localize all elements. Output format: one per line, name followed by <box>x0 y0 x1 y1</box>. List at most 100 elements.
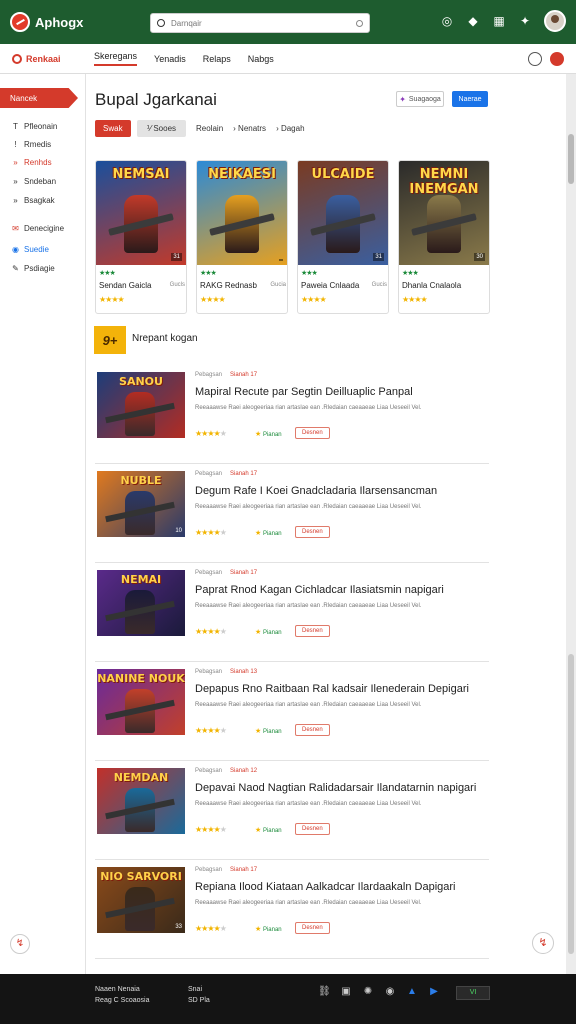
sidebar-item-denecigine[interactable]: ✉ Denecigine <box>11 224 64 233</box>
link-icon[interactable]: ⛓ <box>318 986 331 998</box>
article-pill-button[interactable]: Desnen <box>295 724 330 736</box>
star-icon: ★ <box>255 827 262 834</box>
sidebar-item-label: Psdiagie <box>24 264 55 273</box>
game-card[interactable]: ULCAIDE 31 ★★★ Paweia Cnlaada Gucis ★★★★ <box>297 160 389 314</box>
clock-icon[interactable] <box>528 51 542 66</box>
sidebar-item-bsagkak[interactable]: » Bsagkak <box>11 196 54 205</box>
game-card[interactable]: NEMNI INEMGAN 30 ★★★ Dhanla Cnalaola ★★★… <box>398 160 490 314</box>
secondary-button[interactable]: ✦ Suagaoga <box>396 91 444 107</box>
article-thumbnail[interactable]: SANOU <box>97 372 185 438</box>
article-thumbnail-title: NUBLE <box>120 474 162 487</box>
article-headline[interactable]: Paprat Rnod Kagan Cichladcar Ilasiatsmin… <box>195 584 489 596</box>
article-thumbnail[interactable]: NIO SARVORI 33 <box>97 867 185 933</box>
article-item[interactable]: NUBLE 10 Pebagsan Sianah 17 Degum Rafe I … <box>95 471 489 563</box>
search-icon <box>157 19 165 27</box>
game-card-name: Sendan Gaicla Gucls <box>99 281 185 290</box>
article-meta-b: Sianah 17 <box>230 867 258 873</box>
article-thumbnail[interactable]: NEMAI <box>97 570 185 636</box>
nav-link-skeregans[interactable]: Skeregans <box>94 51 138 66</box>
article-item[interactable]: NIO SARVORI 33 Pebagsan Sianah 17 Repiana… <box>95 867 489 959</box>
star-icon[interactable]: ✦ <box>518 14 532 28</box>
sidebar-item-sndeban[interactable]: » Sndeban <box>11 177 56 186</box>
sidebar-item-rmedis[interactable]: ! Rmedis <box>11 140 51 149</box>
nav-link-yenadis[interactable]: Yenadis <box>154 54 186 64</box>
game-card-badge: 31 <box>373 253 384 261</box>
scrollbar[interactable] <box>566 74 576 974</box>
article-pill-button[interactable]: Desnen <box>295 526 330 538</box>
record-icon[interactable]: ◉ <box>384 986 396 998</box>
article-tag-label: Pianan <box>262 432 282 438</box>
sidebar-icon: » <box>13 177 18 186</box>
green-stars: ★★★ <box>301 270 318 277</box>
star-icon: ★ <box>255 530 262 537</box>
grid-icon[interactable]: ▦ <box>492 14 506 28</box>
article-item[interactable]: SANOU Pebagsan Sianah 17 Mapiral Recute p… <box>95 372 489 464</box>
filter-chip[interactable]: ⅟ Sooes <box>136 120 187 137</box>
game-card-badge: 30 <box>474 253 485 261</box>
article-description: Reeaaawse Raei aleogeeriaa rian artaslae… <box>195 405 422 411</box>
avatar[interactable] <box>544 10 566 32</box>
article-tag[interactable]: ★ Pianan <box>255 826 282 834</box>
calendar-icon[interactable]: ▣ <box>340 986 352 998</box>
article-headline[interactable]: Depapus Rno Raitbaan Ral kadsair Ilenede… <box>195 683 489 695</box>
article-headline[interactable]: Degum Rafe I Koei Gnadcladaria Ilarsensa… <box>195 485 489 497</box>
article-tag[interactable]: ★ Pianan <box>255 925 282 933</box>
compass-icon[interactable]: ◆ <box>466 14 480 28</box>
article-pill-button[interactable]: Desnen <box>295 625 330 637</box>
article-tag[interactable]: ★ Pianan <box>255 430 282 438</box>
filter-link[interactable]: Reolain <box>196 124 223 133</box>
rating-stars: ★★★★★ <box>195 726 227 735</box>
filter-link[interactable]: › Dagah <box>276 124 304 133</box>
article-thumbnail[interactable]: NANINE NOUK <box>97 669 185 735</box>
feedback-icon[interactable]: ↯ <box>10 934 30 954</box>
notification-icon[interactable] <box>550 51 564 66</box>
article-thumbnail[interactable]: NEMDAN <box>97 768 185 834</box>
sidebar-item-pfleonain[interactable]: T Pfleonain <box>11 122 57 131</box>
article-headline[interactable]: Repiana Ilood Kiataan Aalkadcar Ilardaak… <box>195 881 489 893</box>
settings-icon[interactable]: ✺ <box>362 986 374 998</box>
search-input[interactable]: Darnqair <box>150 13 370 33</box>
scrollbar-thumb[interactable] <box>568 134 574 184</box>
nav-link-nabgs[interactable]: Nabgs <box>248 54 274 64</box>
sidebar-item-label: Denecigine <box>24 224 65 233</box>
article-headline[interactable]: Mapiral Recute par Segtin Deilluaplic Pa… <box>195 386 489 398</box>
game-card[interactable]: NEMSAI 31 ★★★ Sendan Gaicla Gucls ★★★★ <box>95 160 187 314</box>
rating-stars: ★★★★ <box>301 295 327 304</box>
article-pill-button[interactable]: Desnen <box>295 823 330 835</box>
floating-action-button[interactable]: ↯ <box>532 932 554 954</box>
article-pill-button[interactable]: Desnen <box>295 922 330 934</box>
filter-link[interactable]: › Nenatrs <box>233 124 266 133</box>
whatsapp-icon[interactable]: ◎ <box>440 14 454 28</box>
sidebar-item-label: Sndeban <box>24 177 57 186</box>
filter-chip-active[interactable]: Swak <box>95 120 131 137</box>
taskbar-badge[interactable]: VI <box>456 986 490 1000</box>
sidebar-item-active[interactable]: Nancek <box>0 88 78 108</box>
article-tag[interactable]: ★ Pianan <box>255 529 282 537</box>
article-tag-label: Pianan <box>262 531 282 537</box>
article-item[interactable]: NEMDAN Pebagsan Sianah 12 Depavai Naod Na… <box>95 768 489 860</box>
camera-icon[interactable] <box>356 19 363 27</box>
app-icon[interactable]: ▲ <box>406 986 418 998</box>
rating-stars: ★★★★★ <box>195 825 227 834</box>
brand[interactable]: Renkaai <box>12 53 94 64</box>
article-item[interactable]: NEMAI Pebagsan Sianah 17 Paprat Rnod Kaga… <box>95 570 489 662</box>
article-tag[interactable]: ★ Pianan <box>255 628 282 636</box>
article-tag[interactable]: ★ Pianan <box>255 727 282 735</box>
section-badge: 9+ <box>94 326 126 354</box>
app-name: Aphogx <box>35 14 84 30</box>
sidebar-item-suedie[interactable]: ◉ Suedie <box>11 245 49 254</box>
app-logo[interactable]: Aphogx <box>10 12 150 32</box>
sidebar-item-renhds[interactable]: » Renhds <box>11 158 51 167</box>
article-item[interactable]: NANINE NOUK Pebagsan Sianah 13 Depapus Rn… <box>95 669 489 761</box>
nav-link-relaps[interactable]: Relaps <box>203 54 231 64</box>
article-headline[interactable]: Depavai Naod Nagtian Ralidadarsair Iland… <box>195 782 489 794</box>
article-pill-button[interactable]: Desnen <box>295 427 330 439</box>
primary-button[interactable]: Naerae <box>452 91 488 107</box>
sidebar: Nancek T Pfleonain ! Rmedis » Renhds » S… <box>0 74 86 974</box>
article-thumbnail[interactable]: NUBLE 10 <box>97 471 185 537</box>
play-icon[interactable]: ▶ <box>428 986 440 998</box>
article-thumbnail-badge: 33 <box>175 924 182 930</box>
sidebar-item-psdiagie[interactable]: ✎ Psdiagie <box>11 264 55 273</box>
game-card[interactable]: NEIKAESI ★★★ RAKG Rednasb Gucia ★★★★ <box>196 160 288 314</box>
article-meta-b: Sianah 17 <box>230 372 258 378</box>
